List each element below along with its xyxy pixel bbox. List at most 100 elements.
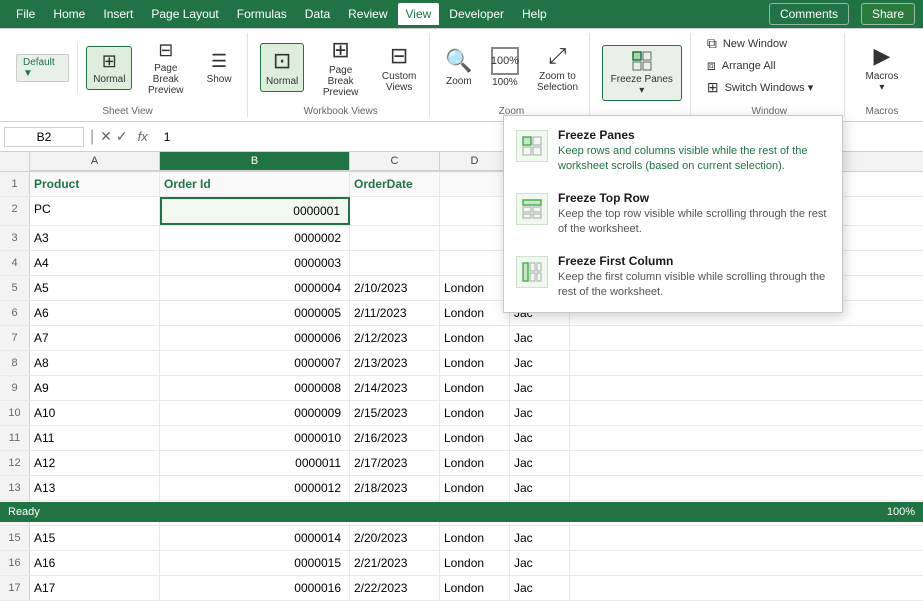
cell[interactable]: 0000011 <box>160 451 350 475</box>
freeze-first-col-item[interactable]: Freeze First Column Keep the first colum… <box>504 246 842 309</box>
cell[interactable]: A12 <box>30 451 160 475</box>
col-header-b[interactable]: B <box>160 152 350 171</box>
cell[interactable]: 0000015 <box>160 551 350 575</box>
cell[interactable]: Jac <box>510 476 570 500</box>
menu-file[interactable]: File <box>8 3 43 25</box>
cell[interactable]: A8 <box>30 351 160 375</box>
cell[interactable]: Jac <box>510 576 570 600</box>
cell[interactable]: London <box>440 326 510 350</box>
menu-insert[interactable]: Insert <box>95 3 141 25</box>
cell[interactable]: London <box>440 276 510 300</box>
cell[interactable]: London <box>440 576 510 600</box>
cell[interactable]: 0000002 <box>160 226 350 250</box>
cell[interactable]: London <box>440 401 510 425</box>
cell[interactable] <box>440 251 510 275</box>
cell[interactable]: 0000016 <box>160 576 350 600</box>
cell[interactable] <box>440 226 510 250</box>
cell[interactable]: London <box>440 476 510 500</box>
cell[interactable]: London <box>440 301 510 325</box>
cell[interactable]: 0000006 <box>160 326 350 350</box>
cell[interactable]: OrderDate <box>350 172 440 196</box>
cell[interactable]: Jac <box>510 426 570 450</box>
cell[interactable]: 0000003 <box>160 251 350 275</box>
arrange-all-button[interactable]: ⧈ Arrange All <box>703 55 836 76</box>
cell[interactable]: Product <box>30 172 160 196</box>
cell-reference-input[interactable] <box>4 127 84 147</box>
cell[interactable]: London <box>440 376 510 400</box>
cell[interactable]: 2/11/2023 <box>350 301 440 325</box>
cell[interactable] <box>350 197 440 225</box>
switch-windows-button[interactable]: ⊞ Switch Windows ▾ <box>703 77 836 98</box>
cell[interactable]: A10 <box>30 401 160 425</box>
cancel-formula-icon[interactable]: ✕ <box>100 128 112 145</box>
cell[interactable]: London <box>440 351 510 375</box>
cell[interactable]: 2/15/2023 <box>350 401 440 425</box>
cell[interactable]: Order Id <box>160 172 350 196</box>
custom-views-button[interactable]: ⊟ CustomViews <box>377 39 421 97</box>
cell[interactable]: 0000008 <box>160 376 350 400</box>
new-window-button[interactable]: ⧉ New Window <box>703 33 836 54</box>
cell[interactable]: London <box>440 426 510 450</box>
confirm-formula-icon[interactable]: ✓ <box>116 128 128 145</box>
cell[interactable]: 0000001 <box>160 197 350 225</box>
cell[interactable]: 2/18/2023 <box>350 476 440 500</box>
cell[interactable]: 0000004 <box>160 276 350 300</box>
zoom-button[interactable]: 🔍 Zoom <box>439 44 479 91</box>
cell[interactable]: Jac <box>510 526 570 550</box>
menu-page-layout[interactable]: Page Layout <box>143 3 226 25</box>
cell[interactable]: A15 <box>30 526 160 550</box>
cell[interactable]: A17 <box>30 576 160 600</box>
cell[interactable]: A7 <box>30 326 160 350</box>
cell[interactable]: Jac <box>510 451 570 475</box>
menu-home[interactable]: Home <box>45 3 93 25</box>
col-header-c[interactable]: C <box>350 152 440 171</box>
freeze-panes-item[interactable]: Freeze Panes Keep rows and columns visib… <box>504 120 842 183</box>
default-dropdown[interactable]: Default ▼ <box>16 54 69 82</box>
cell[interactable]: 2/20/2023 <box>350 526 440 550</box>
cell[interactable]: A3 <box>30 226 160 250</box>
cell[interactable]: A9 <box>30 376 160 400</box>
cell[interactable]: London <box>440 551 510 575</box>
comments-button[interactable]: Comments <box>769 3 849 25</box>
cell[interactable]: A11 <box>30 426 160 450</box>
cell[interactable]: London <box>440 526 510 550</box>
cell[interactable]: A13 <box>30 476 160 500</box>
cell[interactable]: A5 <box>30 276 160 300</box>
menu-review[interactable]: Review <box>340 3 395 25</box>
page-break-button[interactable]: ⊟ Page BreakPreview <box>136 36 195 100</box>
cell[interactable]: 2/17/2023 <box>350 451 440 475</box>
cell[interactable]: 2/10/2023 <box>350 276 440 300</box>
workbook-normal-button[interactable]: ⊡ Normal <box>260 43 304 92</box>
menu-developer[interactable]: Developer <box>441 3 512 25</box>
cell[interactable]: Jac <box>510 326 570 350</box>
share-button[interactable]: Share <box>861 3 915 25</box>
cell[interactable]: 2/13/2023 <box>350 351 440 375</box>
cell[interactable]: 0000012 <box>160 476 350 500</box>
zoom-to-selection-button[interactable]: ⤢ Zoom toSelection <box>531 39 584 97</box>
cell[interactable]: Jac <box>510 376 570 400</box>
cell[interactable] <box>440 197 510 225</box>
cell[interactable]: 2/14/2023 <box>350 376 440 400</box>
cell[interactable]: Jac <box>510 401 570 425</box>
zoom-100-button[interactable]: 100% 100% <box>485 43 525 92</box>
freeze-top-row-item[interactable]: Freeze Top Row Keep the top row visible … <box>504 183 842 246</box>
cell[interactable] <box>350 251 440 275</box>
freeze-panes-button[interactable]: Freeze Panes ▾ <box>602 45 682 101</box>
menu-formulas[interactable]: Formulas <box>229 3 295 25</box>
cell[interactable] <box>440 172 510 196</box>
normal-view-button[interactable]: ⊞ Normal <box>86 46 132 90</box>
cell[interactable]: 2/21/2023 <box>350 551 440 575</box>
page-break-preview-button[interactable]: ⊞ Page BreakPreview <box>310 33 371 102</box>
cell[interactable]: 0000009 <box>160 401 350 425</box>
cell[interactable]: 2/12/2023 <box>350 326 440 350</box>
cell[interactable]: 0000010 <box>160 426 350 450</box>
cell[interactable]: Jac <box>510 551 570 575</box>
col-header-d[interactable]: D <box>440 152 510 171</box>
menu-help[interactable]: Help <box>514 3 555 25</box>
cell[interactable]: PC <box>30 197 160 225</box>
cell[interactable]: A6 <box>30 301 160 325</box>
show-button[interactable]: ☰ Show <box>199 47 239 89</box>
cell[interactable]: London <box>440 451 510 475</box>
cell[interactable]: 0000007 <box>160 351 350 375</box>
macros-button[interactable]: ▶ Macros ▾ <box>857 39 907 97</box>
